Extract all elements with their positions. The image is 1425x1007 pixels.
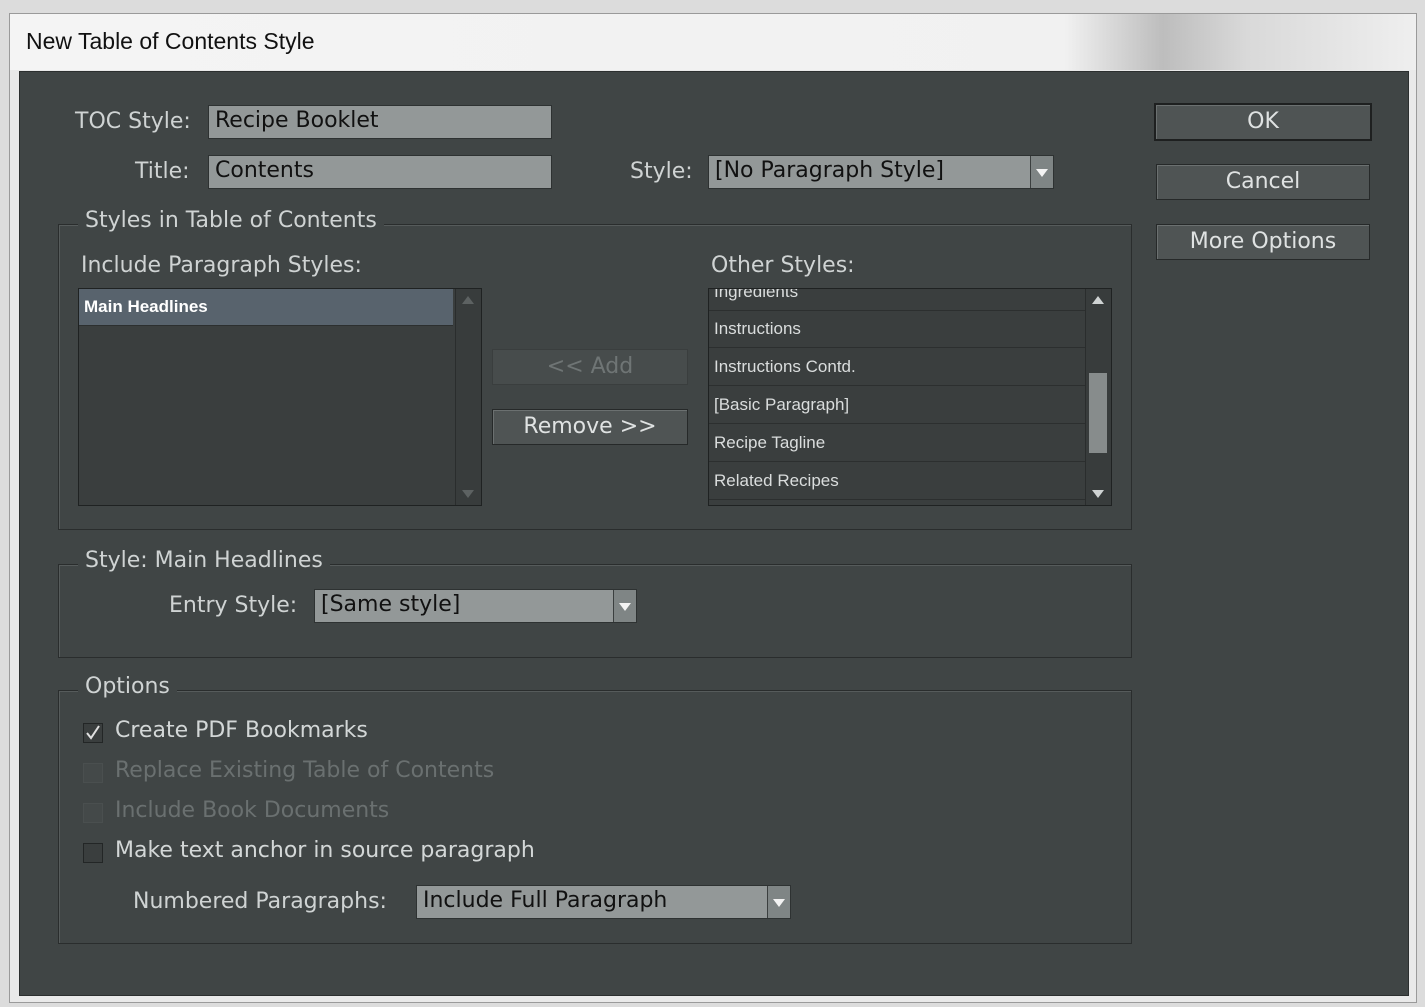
text-anchor-checkbox[interactable]	[83, 843, 103, 863]
title-style-value: [No Paragraph Style]	[715, 158, 945, 183]
toc-style-input[interactable]: Recipe Booklet	[208, 105, 552, 139]
replace-toc-checkbox[interactable]	[83, 763, 103, 783]
text-anchor-label[interactable]: Make text anchor in source paragraph	[115, 838, 535, 863]
list-item[interactable]: Instructions	[709, 311, 1085, 348]
ok-button[interactable]: OK	[1154, 103, 1372, 141]
dialog-window: New Table of Contents Style TOC Style: R…	[9, 13, 1417, 1003]
include-styles-label: Include Paragraph Styles:	[81, 253, 362, 278]
scroll-up-icon[interactable]	[456, 289, 480, 311]
more-options-button[interactable]: More Options	[1156, 224, 1370, 260]
styles-in-toc-title: Styles in Table of Contents	[78, 208, 384, 233]
list-item[interactable]: Recipe Tagline	[709, 425, 1085, 462]
chevron-down-icon[interactable]	[613, 590, 636, 622]
scroll-down-icon[interactable]	[456, 483, 480, 505]
remove-button[interactable]: Remove >>	[492, 409, 688, 445]
chevron-down-icon[interactable]	[1030, 156, 1053, 188]
list-item[interactable]: Main Headlines	[79, 289, 453, 326]
numbered-paragraphs-label: Numbered Paragraphs:	[133, 889, 387, 914]
entry-style-group-title: Style: Main Headlines	[78, 548, 330, 573]
numbered-paragraphs-dropdown[interactable]: Include Full Paragraph	[416, 885, 791, 919]
list-item[interactable]: Related Recipes	[709, 463, 1085, 500]
entry-style-value: [Same style]	[321, 592, 461, 617]
chevron-down-icon[interactable]	[767, 886, 790, 918]
checkmark-icon	[86, 725, 100, 740]
other-styles-list[interactable]: Ingredients Instructions Instructions Co…	[708, 288, 1112, 506]
cancel-button[interactable]: Cancel	[1156, 164, 1370, 200]
numbered-paragraphs-value: Include Full Paragraph	[423, 888, 668, 913]
include-styles-list[interactable]: Main Headlines	[78, 288, 482, 506]
list-item[interactable]: Instructions Contd.	[709, 349, 1085, 386]
create-pdf-checkbox[interactable]	[83, 723, 103, 743]
other-styles-label: Other Styles:	[711, 253, 855, 278]
include-list-scrollbar[interactable]	[455, 289, 481, 505]
window-title: New Table of Contents Style	[26, 28, 315, 54]
scroll-up-icon[interactable]	[1086, 289, 1110, 311]
options-group-title: Options	[78, 674, 177, 699]
create-pdf-label[interactable]: Create PDF Bookmarks	[115, 718, 368, 743]
list-item[interactable]: [Basic Paragraph]	[709, 387, 1085, 424]
scroll-thumb[interactable]	[1089, 373, 1107, 453]
include-book-label: Include Book Documents	[115, 798, 390, 823]
title-label: Title:	[135, 159, 190, 184]
title-bar[interactable]: New Table of Contents Style	[10, 14, 1416, 70]
scroll-down-icon[interactable]	[1086, 483, 1110, 505]
replace-toc-label: Replace Existing Table of Contents	[115, 758, 495, 783]
include-book-checkbox[interactable]	[83, 803, 103, 823]
list-item[interactable]: Ingredients	[709, 289, 1085, 311]
toc-style-label: TOC Style:	[75, 109, 191, 134]
entry-style-label: Entry Style:	[169, 593, 298, 618]
title-style-label: Style:	[630, 159, 693, 184]
dialog-body: TOC Style: Recipe Booklet Title: Content…	[19, 71, 1409, 996]
entry-style-dropdown[interactable]: [Same style]	[314, 589, 637, 623]
title-style-dropdown[interactable]: [No Paragraph Style]	[708, 155, 1054, 189]
add-button[interactable]: << Add	[492, 349, 688, 385]
title-input[interactable]: Contents	[208, 155, 552, 189]
other-list-scrollbar[interactable]	[1085, 289, 1111, 505]
